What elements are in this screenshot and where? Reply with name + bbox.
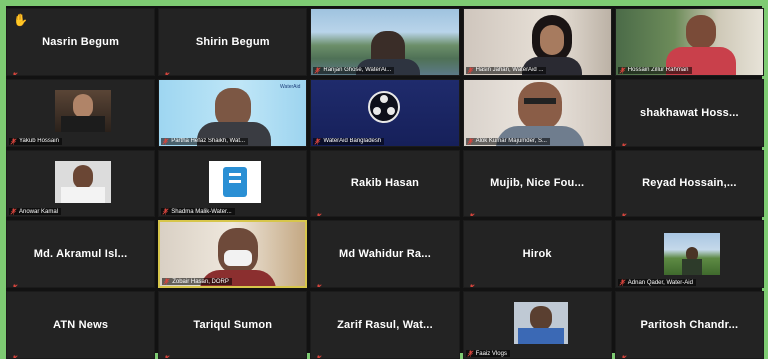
mic-muted-icon [466,67,474,74]
mic-muted-icon [11,66,18,75]
participant-name: shakhawat Hoss... [640,106,739,119]
participant-name: Hirok [522,248,552,261]
participant-label-text: WaterAid Bangladesh [323,138,382,145]
participant-name: Nasrin Begum [42,35,120,48]
participant-label-text: Alok Kumar Majumder, S... [475,138,547,145]
participant-label: Ranjan Ghose, WaterAi... [313,66,395,74]
participant-tile[interactable]: Hasin Jahan, WaterAid ... [462,8,612,76]
participant-label: Hasin Jahan, WaterAid ... [465,66,547,74]
mic-muted-icon [163,278,170,285]
participant-label: Faaiz Vlogs [465,350,510,357]
participant-label: Shadma Malik-Water... [161,208,235,216]
mic-muted-icon [314,67,321,74]
participant-tile[interactable]: WaterAid Partha Hefaz Shaikh, Wat... [158,78,308,147]
participant-tile[interactable]: Rakib Hasan [310,149,460,218]
participant-label: Yakub Hossain [9,137,62,145]
mic-muted-icon [620,137,627,146]
mic-muted-icon [10,208,17,216]
participant-label-text: Partha Hefaz Shaikh, Wat... [171,138,245,145]
participant-tile[interactable]: Tariqul Sumon [158,291,308,359]
participant-label-text: Zobair Hasan, DORP [172,278,229,285]
participant-tile[interactable]: Nasrin Begum ✋ [6,8,156,76]
participant-tile[interactable]: Reyad Hossain,... [614,149,764,218]
participant-label: Hossain Zillur Rahman [617,66,692,74]
mic-muted-icon [314,137,321,145]
participant-label-text: Yakub Hossain [19,138,59,145]
meeting-window: Nasrin Begum ✋ Shirin Begum Ranjan Ghose, W… [0,0,768,359]
participant-name: Md Wahidur Ra... [338,248,431,261]
participant-label: Anowar Kamal [9,208,62,216]
participant-tile[interactable]: Shadma Malik-Water... [158,149,308,218]
mic-muted-icon [10,137,17,145]
participant-tile[interactable]: Zobair Hasan, DORP [158,220,308,289]
participant-tile[interactable]: Md Wahidur Ra... [310,220,460,289]
participant-tile[interactable]: Yakub Hossain [6,78,156,147]
participant-tile[interactable]: Mujib, Nice Fou... [462,149,612,218]
mic-muted-icon [11,278,18,288]
mic-muted-icon [466,350,474,357]
participant-tile[interactable]: Alok Kumar Majumder, S... [462,78,612,147]
participant-tile[interactable]: Ranjan Ghose, WaterAi... [310,8,460,76]
mic-muted-icon [315,207,322,217]
participant-tile[interactable]: Hossain Zillur Rahman [614,8,764,76]
participant-name: Mujib, Nice Fou... [490,177,585,190]
participant-tile[interactable]: WaterAid Bangladesh [310,78,460,147]
participant-tile[interactable]: Shirin Begum [158,8,308,76]
participant-label-text: Hasin Jahan, WaterAid ... [475,67,544,74]
participant-label-text: Adnan Qader, Water-Aid [627,279,693,286]
participant-name: Rakib Hasan [350,177,420,190]
mic-muted-icon [11,349,18,359]
participant-name: Shirin Begum [195,35,270,48]
participant-tile[interactable]: ATN News [6,291,156,359]
participant-label: Zobair Hasan, DORP [162,278,232,286]
participant-name: ATN News [53,319,109,332]
participant-tile[interactable]: Paritosh Chandr... [614,291,764,359]
mic-muted-icon [468,207,475,217]
participant-name: Reyad Hossain,... [642,177,737,190]
mic-muted-icon [315,278,322,288]
participant-label: Adnan Qader, Water-Aid [617,279,696,287]
participant-tile[interactable]: Md. Akramul Isl... [6,220,156,289]
participant-label-text: Hossain Zillur Rahman [627,67,689,74]
participant-tile[interactable]: Faaiz Vlogs [462,291,612,359]
participant-tile[interactable]: Anowar Kamal [6,149,156,218]
mic-muted-icon [620,207,627,217]
participant-label: WaterAid Bangladesh [313,137,385,145]
raised-hand-icon: ✋ [13,13,28,27]
participant-tile[interactable]: Adnan Qader, Water-Aid [614,220,764,289]
mic-muted-icon [619,279,626,286]
participant-label: Alok Kumar Majumder, S... [465,137,550,145]
participant-label-text: Faaiz Vlogs [475,350,507,357]
mic-muted-icon [162,137,169,145]
participant-label-text: Ranjan Ghose, WaterAi... [323,67,392,74]
participant-name: Paritosh Chandr... [640,319,739,332]
mic-muted-icon [468,278,475,288]
participant-name: Zarif Rasul, Wat... [337,319,433,332]
participant-name: Md. Akramul Isl... [33,248,128,261]
participant-tile[interactable]: Zarif Rasul, Wat... [310,291,460,359]
mic-muted-icon [162,208,169,216]
participant-grid: Nasrin Begum ✋ Shirin Begum Ranjan Ghose, W… [6,8,764,359]
mic-muted-icon [466,137,474,145]
participant-label-text: Anowar Kamal [19,208,59,215]
mic-muted-icon [620,349,627,359]
mic-muted-icon [619,67,626,74]
participant-tile[interactable]: Hirok [462,220,612,289]
mic-muted-icon [315,349,322,359]
participant-label-text: Shadma Malik-Water... [171,208,232,215]
participant-label: Partha Hefaz Shaikh, Wat... [161,137,248,145]
participant-tile[interactable]: shakhawat Hoss... [614,78,764,147]
mic-muted-icon [163,66,170,75]
participant-name: Tariqul Sumon [193,319,273,332]
mic-muted-icon [163,349,170,359]
